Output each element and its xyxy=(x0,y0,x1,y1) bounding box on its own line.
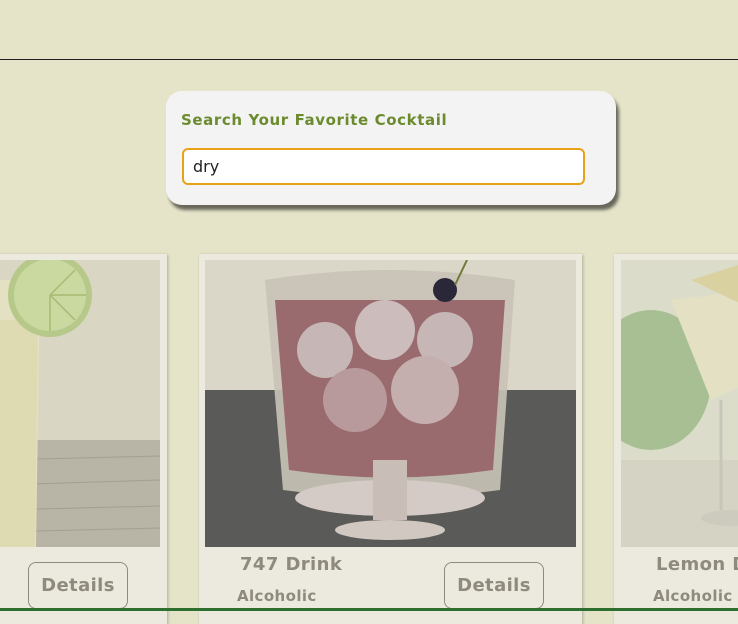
search-label: Search Your Favorite Cocktail xyxy=(181,111,448,129)
search-input[interactable] xyxy=(182,148,585,185)
drink-type: Alcoholic xyxy=(237,587,317,605)
cocktail-card: Lemon D Alcoholic xyxy=(614,254,738,624)
details-button[interactable]: Details xyxy=(444,562,544,609)
drink-name: 747 Drink xyxy=(240,554,343,575)
drink-type: Alcoholic xyxy=(653,587,733,605)
cocktail-card: 747 Drink Alcoholic Details xyxy=(199,254,582,624)
drink-name: Lemon D xyxy=(656,554,738,575)
cocktail-image[interactable] xyxy=(205,260,576,547)
details-button[interactable]: Details xyxy=(28,562,128,609)
search-form: Search Your Favorite Cocktail xyxy=(166,91,616,205)
top-navbar xyxy=(0,0,738,60)
cocktail-image[interactable] xyxy=(0,260,160,547)
cocktail-image[interactable] xyxy=(621,260,738,547)
cocktail-card: Details xyxy=(0,254,167,624)
